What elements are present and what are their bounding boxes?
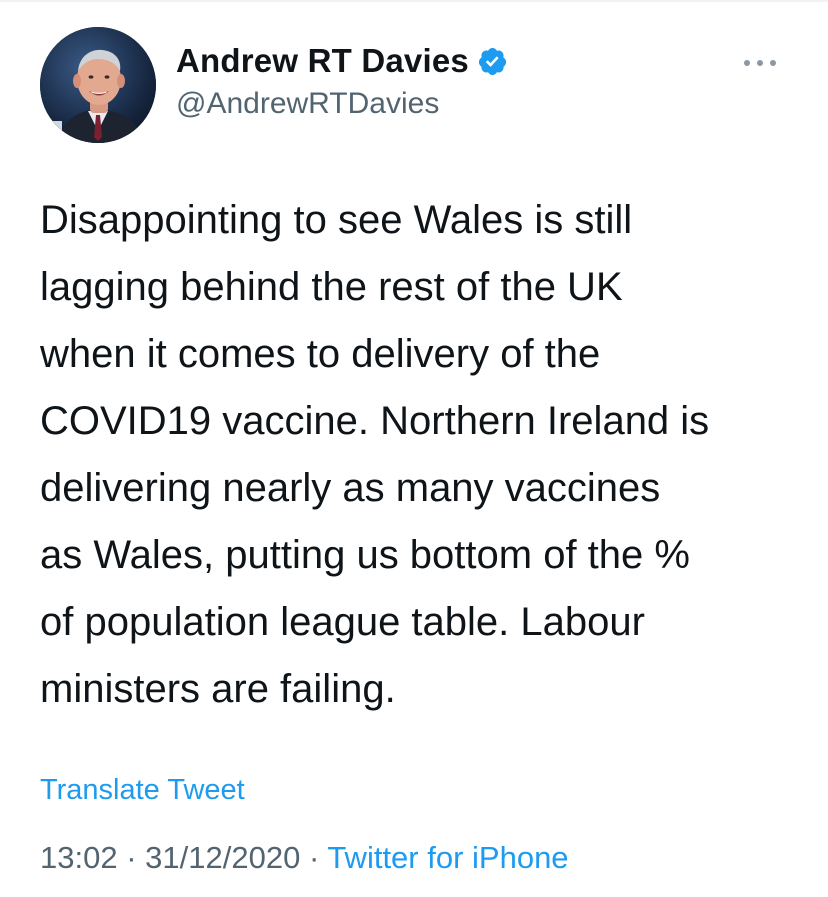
profile-photo: TY. [40, 27, 156, 143]
author-display-name[interactable]: Andrew RT Davies [176, 42, 469, 80]
more-options-button[interactable] [740, 51, 780, 75]
meta-separator: · [126, 840, 137, 875]
tweet-header: TY. Andrew RT Davies @AndrewRTDavies [40, 27, 788, 143]
avatar[interactable]: TY. [40, 27, 156, 143]
svg-text:TY.: TY. [42, 127, 53, 135]
tweet-date[interactable]: 31/12/2020 [145, 840, 300, 875]
more-horizontal-icon [744, 60, 776, 66]
meta-separator: · [308, 840, 320, 875]
tweet-text: Disappointing to see Wales is still lagg… [40, 198, 710, 711]
translate-tweet-link[interactable]: Translate Tweet [40, 774, 245, 807]
tweet-time[interactable]: 13:02 [40, 840, 118, 875]
tweet-metadata: 13:02 · 31/12/2020 · Twitter for iPhone [40, 840, 569, 876]
author-name-row[interactable]: Andrew RT Davies [176, 41, 508, 81]
tweet-source-link[interactable]: Twitter for iPhone [327, 840, 568, 875]
author-handle[interactable]: @AndrewRTDavies [176, 87, 439, 121]
top-divider [0, 0, 828, 2]
verified-badge-icon [478, 47, 507, 75]
